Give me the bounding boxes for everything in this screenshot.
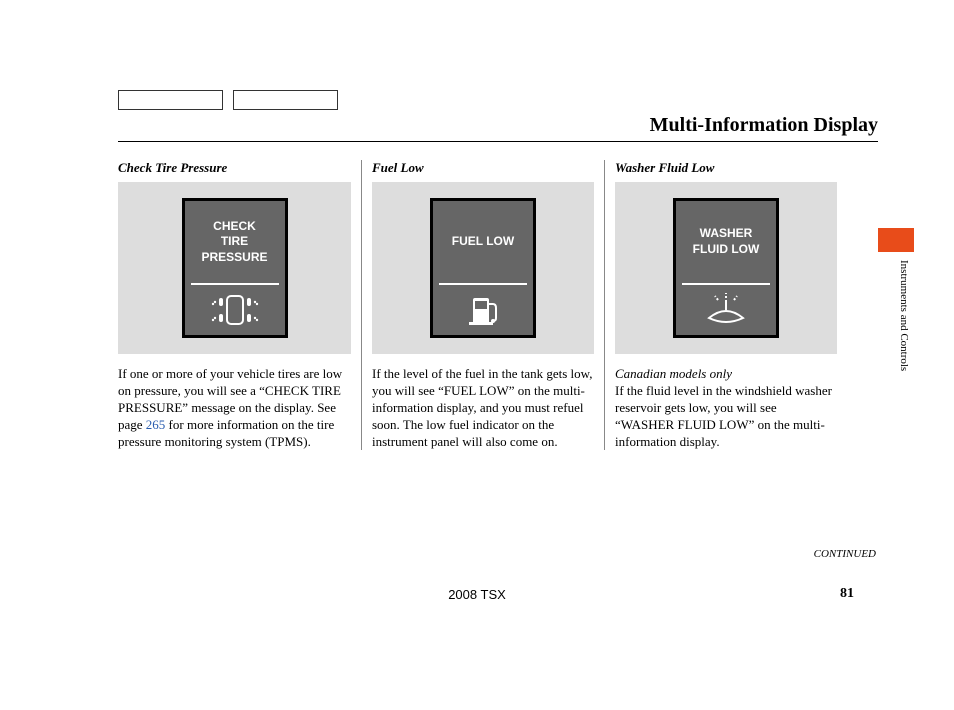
body-text: If the level of the fuel in the tank get… <box>372 366 594 450</box>
mid-screen: FUEL LOW <box>430 198 536 338</box>
page-title: Multi-Information Display <box>650 114 878 137</box>
column-washer-fluid: Washer Fluid Low WASHER FLUID LOW <box>604 160 847 450</box>
section-tab <box>878 228 914 252</box>
section-label: Instruments and Controls <box>898 260 910 371</box>
tpms-icon <box>185 285 285 335</box>
mid-message: WASHER FLUID LOW <box>676 201 776 283</box>
column-fuel-low: Fuel Low FUEL LOW <box>361 160 604 450</box>
top-placeholder-boxes <box>118 90 878 110</box>
page-number: 81 <box>840 586 854 602</box>
body-main: If the fluid level in the windshield was… <box>615 383 832 449</box>
continued-label: CONTINUED <box>814 548 876 560</box>
body-text: Canadian models only If the fluid level … <box>615 366 837 450</box>
column-tire-pressure: Check Tire Pressure CHECK TIRE PRESSURE <box>118 160 361 450</box>
column-heading: Washer Fluid Low <box>615 160 837 176</box>
content-columns: Check Tire Pressure CHECK TIRE PRESSURE <box>118 160 878 450</box>
washer-fluid-icon <box>676 285 776 335</box>
mid-screen: WASHER FLUID LOW <box>673 198 779 338</box>
column-heading: Check Tire Pressure <box>118 160 351 176</box>
display-panel: FUEL LOW <box>372 182 594 354</box>
mid-message: FUEL LOW <box>433 201 533 283</box>
manual-page: Multi-Information Display Check Tire Pre… <box>118 90 878 450</box>
title-row: Multi-Information Display <box>118 114 878 142</box>
page-ref-link[interactable]: 265 <box>146 417 166 432</box>
placeholder-box <box>233 90 338 110</box>
body-text: If one or more of your vehicle tires are… <box>118 366 351 450</box>
column-heading: Fuel Low <box>372 160 594 176</box>
footer-model: 2008 TSX <box>0 587 954 602</box>
fuel-pump-icon <box>433 285 533 335</box>
placeholder-box <box>118 90 223 110</box>
model-note: Canadian models only <box>615 366 732 381</box>
display-panel: CHECK TIRE PRESSURE <box>118 182 351 354</box>
mid-screen: CHECK TIRE PRESSURE <box>182 198 288 338</box>
mid-message: CHECK TIRE PRESSURE <box>185 201 285 283</box>
display-panel: WASHER FLUID LOW <box>615 182 837 354</box>
